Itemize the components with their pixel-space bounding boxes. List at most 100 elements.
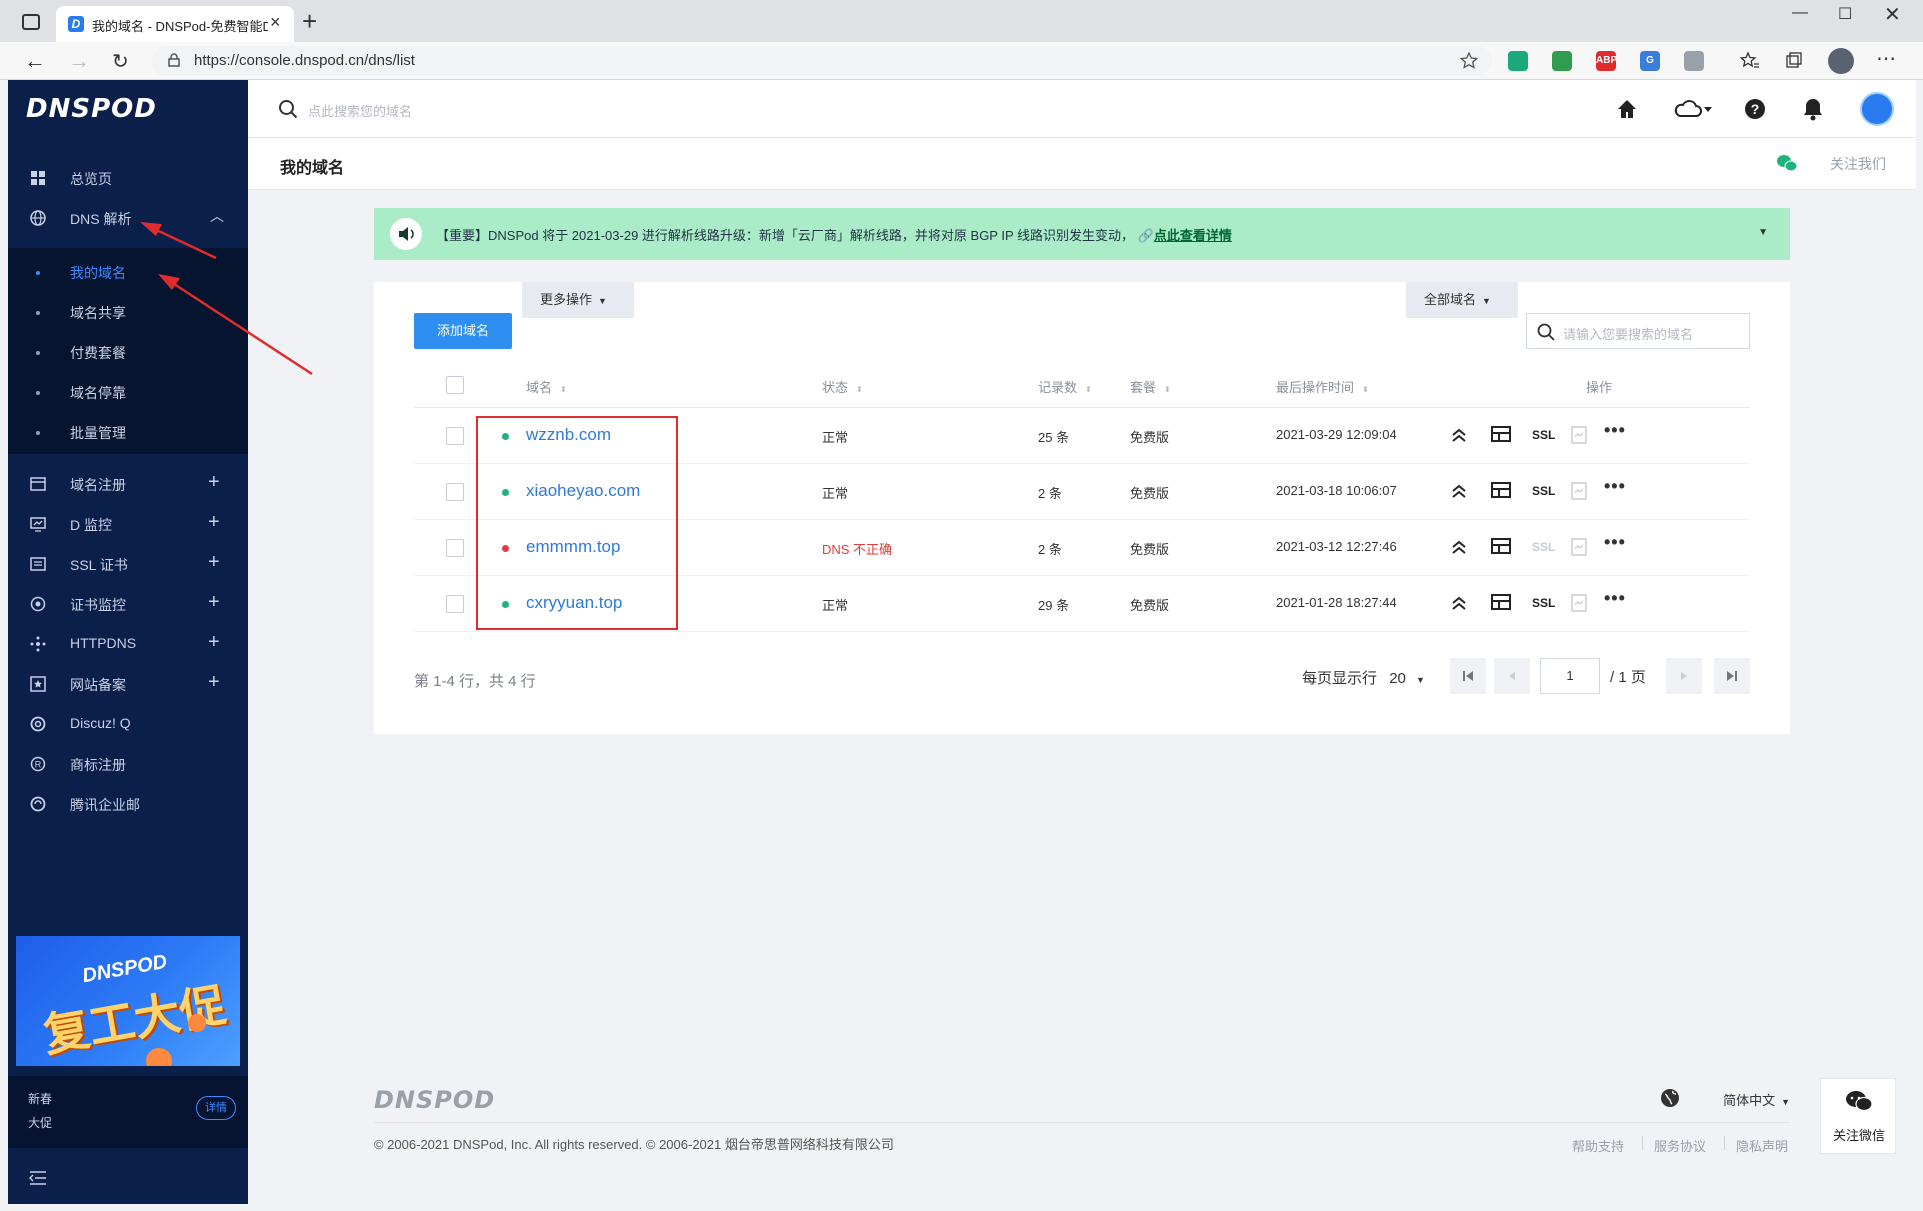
sidebar-item-trademark[interactable]: R 商标注册 <box>8 744 248 784</box>
ssl-button[interactable]: SSL <box>1532 540 1555 554</box>
tab-close-icon[interactable]: × <box>270 12 281 33</box>
record-filing-icon[interactable] <box>1568 536 1590 558</box>
minimize-icon[interactable]: — <box>1792 4 1808 22</box>
record-filing-icon[interactable] <box>1568 424 1590 446</box>
browser-menu-icon[interactable]: ⋯ <box>1876 46 1896 71</box>
upgrade-chevrons-icon[interactable] <box>1448 592 1470 614</box>
more-actions-button[interactable]: 更多操作 ▼ <box>522 282 634 318</box>
more-options-icon[interactable]: ••• <box>1604 420 1626 441</box>
close-window-icon[interactable]: ✕ <box>1884 2 1901 27</box>
sidebar-item-dns[interactable]: DNS 解析 ︿ <box>8 198 248 238</box>
sidebar-item-mail[interactable]: 腾讯企业邮 <box>8 784 248 824</box>
record-filing-icon[interactable] <box>1568 592 1590 614</box>
header-status[interactable]: 状态 ⬍ <box>822 377 863 396</box>
monitor-dashboard-icon[interactable] <box>1490 592 1512 614</box>
sidebar-item-monitor[interactable]: D 监控 + <box>8 504 248 544</box>
reload-icon[interactable]: ↻ <box>112 49 129 74</box>
screen-capture-icon[interactable] <box>1508 51 1528 71</box>
row-checkbox[interactable] <box>446 483 464 501</box>
favorite-star-icon[interactable] <box>1460 52 1478 70</box>
header-domain[interactable]: 域名 ⬍ <box>526 377 567 396</box>
add-domain-button[interactable]: 添加域名 <box>414 313 512 349</box>
ssl-button[interactable]: SSL <box>1532 484 1555 498</box>
chevron-down-icon[interactable]: ▼ <box>1758 227 1768 238</box>
header-records[interactable]: 记录数 ⬍ <box>1038 377 1092 396</box>
record-filing-icon[interactable] <box>1568 480 1590 502</box>
collections-icon[interactable] <box>1784 51 1804 71</box>
global-search-input[interactable]: 点此搜索您的域名 <box>308 101 412 120</box>
upgrade-chevrons-icon[interactable] <box>1448 424 1470 446</box>
monitor-dashboard-icon[interactable] <box>1490 480 1512 502</box>
footer-link-help[interactable]: 帮助支持 <box>1572 1136 1624 1155</box>
domain-filter-select[interactable]: 全部域名 ▼ <box>1406 282 1518 318</box>
next-page-button[interactable] <box>1666 658 1702 694</box>
row-checkbox[interactable] <box>446 539 464 557</box>
monitor-dashboard-icon[interactable] <box>1490 424 1512 446</box>
ssl-button[interactable]: SSL <box>1532 596 1555 610</box>
browser-tab[interactable]: D 我的域名 - DNSPod-免费智能DNS × <box>56 6 294 42</box>
menu-collapse-icon[interactable] <box>28 1170 48 1186</box>
shield-icon[interactable] <box>1552 51 1572 71</box>
new-tab-icon[interactable]: + <box>302 6 317 37</box>
upgrade-chevrons-icon[interactable] <box>1448 536 1470 558</box>
sidebar-item-batch[interactable]: 批量管理 <box>8 412 248 452</box>
bird-icon[interactable] <box>1684 51 1704 71</box>
sidebar-item-domain-parking[interactable]: 域名停靠 <box>8 372 248 412</box>
follow-us-link[interactable]: 关注我们 <box>1830 154 1886 174</box>
row-checkbox[interactable] <box>446 427 464 445</box>
more-options-icon[interactable]: ••• <box>1604 532 1626 553</box>
header-last-op[interactable]: 最后操作时间 ⬍ <box>1276 377 1369 396</box>
sidebar-item-discuz[interactable]: Discuz! Q <box>8 704 248 744</box>
url-field[interactable]: https://console.dnspod.cn/dns/list <box>152 46 1492 76</box>
translate-icon[interactable]: G <box>1640 51 1660 71</box>
home-icon[interactable] <box>1614 96 1640 122</box>
tab-actions-icon[interactable] <box>22 14 40 30</box>
help-icon[interactable]: ? <box>1742 96 1768 122</box>
adblock-icon[interactable]: ABP <box>1596 51 1617 71</box>
sidebar-item-paid-plans[interactable]: 付费套餐 <box>8 332 248 372</box>
more-options-icon[interactable]: ••• <box>1604 588 1626 609</box>
language-select[interactable]: 简体中文 ▼ <box>1723 1090 1790 1109</box>
ssl-button[interactable]: SSL <box>1532 428 1555 442</box>
page-number-input[interactable]: 1 <box>1540 658 1600 694</box>
user-avatar[interactable] <box>1860 92 1894 126</box>
promo-banner[interactable]: DNSPOD 复工大促 <box>16 936 240 1066</box>
profile-avatar[interactable] <box>1828 48 1854 74</box>
upgrade-chevrons-icon[interactable] <box>1448 480 1470 502</box>
domain-link[interactable]: cxryyuan.top <box>526 593 622 613</box>
prev-page-button[interactable] <box>1494 658 1530 694</box>
forward-icon[interactable]: → <box>68 48 90 74</box>
sidebar-item-record-filing[interactable]: 网站备案 + <box>8 664 248 704</box>
sidebar-item-overview[interactable]: 总览页 <box>8 158 248 198</box>
first-page-button[interactable] <box>1450 658 1486 694</box>
monitor-dashboard-icon[interactable] <box>1490 536 1512 558</box>
dnspod-logo[interactable]: DNSPOD <box>26 94 157 124</box>
sidebar-item-domain-register[interactable]: 域名注册 + <box>8 464 248 504</box>
domain-link[interactable]: xiaoheyao.com <box>526 481 640 501</box>
header-plan[interactable]: 套餐 ⬍ <box>1130 377 1171 396</box>
cloud-menu-icon[interactable] <box>1672 96 1714 122</box>
notice-detail-link[interactable]: 点此查看详情 <box>1154 228 1232 243</box>
sidebar-item-cert-monitor[interactable]: 证书监控 + <box>8 584 248 624</box>
more-options-icon[interactable]: ••• <box>1604 476 1626 497</box>
domain-link[interactable]: emmmm.top <box>526 537 620 557</box>
follow-wechat-button[interactable]: 关注微信 <box>1820 1078 1896 1154</box>
footer-link-privacy[interactable]: 隐私声明 <box>1736 1136 1788 1155</box>
last-page-button[interactable] <box>1714 658 1750 694</box>
sidebar-item-domain-share[interactable]: 域名共享 <box>8 292 248 332</box>
back-icon[interactable]: ← <box>24 48 46 74</box>
promo-detail-button[interactable]: 详情 <box>196 1096 236 1120</box>
footer-link-terms[interactable]: 服务协议 <box>1654 1136 1706 1155</box>
row-checkbox[interactable] <box>446 595 464 613</box>
sidebar-item-ssl-cert[interactable]: SSL 证书 + <box>8 544 248 584</box>
per-page-select[interactable]: 每页显示行 20 ▼ <box>1302 667 1425 688</box>
favorites-icon[interactable] <box>1740 51 1760 71</box>
bell-icon[interactable] <box>1800 96 1826 122</box>
maximize-icon[interactable]: ☐ <box>1838 4 1852 24</box>
sidebar-item-my-domains[interactable]: 我的域名 <box>8 252 248 292</box>
sidebar-item-httpdns[interactable]: HTTPDNS + <box>8 624 248 664</box>
search-icon[interactable] <box>278 99 298 119</box>
domain-link[interactable]: wzznb.com <box>526 425 611 445</box>
select-all-checkbox[interactable] <box>446 376 464 394</box>
domain-search-input[interactable]: 请输入您要搜索的域名 <box>1526 313 1750 349</box>
